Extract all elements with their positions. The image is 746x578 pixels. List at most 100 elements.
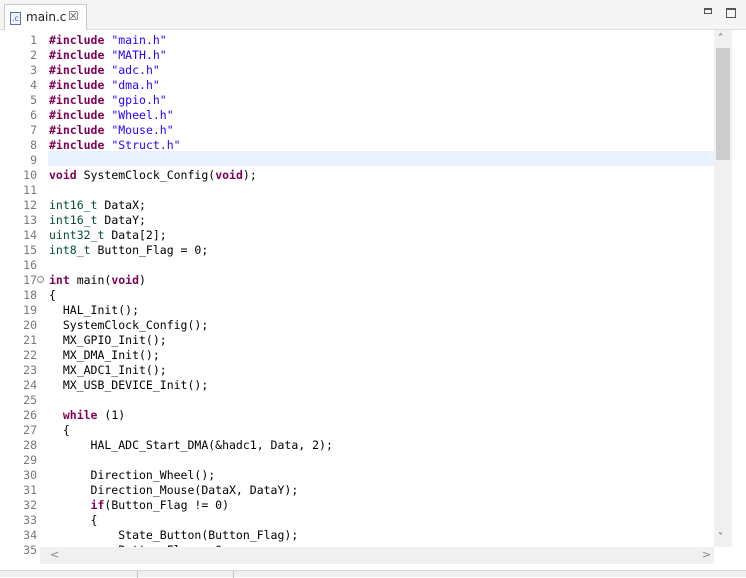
code-text: int main(void) — [49, 273, 146, 288]
code-line[interactable]: 11 — [0, 183, 714, 198]
code-line[interactable]: 3 #include "adc.h" — [0, 63, 714, 78]
code-text: #include "MATH.h" — [49, 48, 167, 63]
code-line[interactable]: 29 — [0, 453, 714, 468]
keyword-token: #include — [49, 93, 105, 107]
code-line[interactable]: 30 Direction_Wheel(); — [0, 468, 714, 483]
code-token: DataX; — [97, 198, 146, 212]
code-line[interactable]: 1 #include "main.h" — [0, 33, 714, 48]
line-number: 35 — [23, 543, 37, 557]
code-text: int8_t Button_Flag = 0; — [49, 243, 208, 258]
code-token: { — [49, 423, 70, 437]
line-number: 8 — [30, 138, 37, 152]
code-line[interactable]: 21 MX_GPIO_Init(); — [0, 333, 714, 348]
code-line[interactable]: 6 #include "Wheel.h" — [0, 108, 714, 123]
code-line[interactable]: 8 #include "Struct.h" — [0, 138, 714, 153]
code-line[interactable]: 20 SystemClock_Config(); — [0, 318, 714, 333]
code-text: Direction_Mouse(DataX, DataY); — [49, 483, 299, 498]
code-text: MX_GPIO_Init(); — [49, 333, 167, 348]
code-line[interactable]: 19 HAL_Init(); — [0, 303, 714, 318]
code-token: HAL_ADC_Start_DMA(&hadc1, Data, 2); — [49, 438, 333, 452]
line-number: 11 — [23, 183, 37, 197]
code-editor[interactable]: 1 #include "main.h" 2 #include "MATH.h" 3 #in… — [0, 30, 746, 557]
tab-title: main.c — [26, 10, 67, 24]
code-text: #include "gpio.h" — [49, 93, 167, 108]
code-line[interactable]: 16 — [0, 258, 714, 273]
line-number: 28 — [23, 438, 37, 452]
code-text: State_Button(Button_Flag); — [49, 528, 298, 543]
code-line[interactable]: 17 int main(void) — [0, 273, 714, 288]
line-number: 14 — [23, 228, 37, 242]
code-line[interactable]: 22 MX_DMA_Init(); — [0, 348, 714, 363]
code-line[interactable]: 33 { — [0, 513, 714, 528]
line-number: 15 — [23, 243, 37, 257]
code-line[interactable]: 7 #include "Mouse.h" — [0, 123, 714, 138]
keyword-token: #include — [49, 123, 105, 137]
line-number: 2 — [30, 48, 37, 62]
code-token: MX_ADC1_Init(); — [49, 363, 167, 377]
minimize-icon[interactable] — [704, 8, 712, 14]
close-icon[interactable]: ☒ — [68, 8, 79, 24]
line-number: 30 — [23, 468, 37, 482]
keyword-token: #include — [49, 63, 105, 77]
code-line[interactable]: 25 — [0, 393, 714, 408]
scroll-right-icon[interactable]: > — [702, 549, 711, 561]
code-line[interactable]: 14 uint32_t Data[2]; — [0, 228, 714, 243]
code-token: MX_USB_DEVICE_Init(); — [49, 378, 209, 392]
code-line[interactable]: 13 int16_t DataY; — [0, 213, 714, 228]
code-line[interactable]: 32 if(Button_Flag != 0) — [0, 498, 714, 513]
code-line[interactable]: 4 #include "dma.h" — [0, 78, 714, 93]
code-line[interactable]: 24 MX_USB_DEVICE_Init(); — [0, 378, 714, 393]
code-line[interactable]: 26 while (1) — [0, 408, 714, 423]
code-text: { — [49, 423, 70, 438]
code-line[interactable]: 27 { — [0, 423, 714, 438]
fold-collapse-icon[interactable] — [37, 276, 44, 283]
horizontal-scrollbar[interactable]: < > — [40, 547, 714, 564]
code-line[interactable]: 10 void SystemClock_Config(void); — [0, 168, 714, 183]
maximize-icon[interactable] — [726, 8, 736, 18]
code-line[interactable]: 9 — [0, 153, 714, 168]
vertical-scrollbar[interactable]: ˄ ˅ — [714, 30, 732, 547]
code-line[interactable]: 2 #include "MATH.h" — [0, 48, 714, 63]
code-token: DataY; — [97, 213, 146, 227]
code-line[interactable]: 5 #include "gpio.h" — [0, 93, 714, 108]
code-line[interactable]: 18 { — [0, 288, 714, 303]
code-text: uint32_t Data[2]; — [49, 228, 167, 243]
keyword-token: void — [215, 168, 243, 182]
string-token: "adc.h" — [111, 63, 160, 77]
keyword-token: #include — [49, 33, 105, 47]
line-number: 29 — [23, 453, 37, 467]
line-number: 12 — [23, 198, 37, 212]
code-line[interactable]: 28 HAL_ADC_Start_DMA(&hadc1, Data, 2); — [0, 438, 714, 453]
line-number: 16 — [23, 258, 37, 272]
code-line[interactable]: 15 int8_t Button_Flag = 0; — [0, 243, 714, 258]
line-number: 1 — [30, 33, 37, 47]
code-line[interactable]: 34 State_Button(Button_Flag); — [0, 528, 714, 543]
code-text: #include "dma.h" — [49, 78, 160, 93]
code-token: State_Button(Button_Flag); — [49, 528, 299, 542]
code-line[interactable]: 23 MX_ADC1_Init(); — [0, 363, 714, 378]
line-number: 17 — [23, 273, 37, 287]
line-number: 34 — [23, 528, 37, 542]
code-line[interactable]: 12 int16_t DataX; — [0, 198, 714, 213]
string-token: "main.h" — [111, 33, 167, 47]
code-token: ); — [242, 168, 257, 182]
scroll-left-icon[interactable]: < — [50, 549, 59, 561]
line-number: 25 — [23, 393, 37, 407]
code-text: int16_t DataY; — [49, 213, 146, 228]
code-text: MX_USB_DEVICE_Init(); — [49, 378, 208, 393]
scroll-down-icon[interactable]: ˅ — [718, 533, 723, 543]
code-text: HAL_ADC_Start_DMA(&hadc1, Data, 2); — [49, 438, 333, 453]
code-text: SystemClock_Config(); — [49, 318, 208, 333]
code-text: Direction_Wheel(); — [49, 468, 216, 483]
tab-main-c[interactable]: .c main.c ☒ — [4, 4, 87, 30]
line-number: 27 — [23, 423, 37, 437]
status-bar — [0, 570, 746, 578]
scroll-up-icon[interactable]: ˄ — [718, 34, 723, 44]
code-text: #include "Mouse.h" — [49, 123, 174, 138]
code-token: ) — [139, 273, 146, 287]
string-token: "Struct.h" — [111, 138, 181, 152]
code-line[interactable]: 31 Direction_Mouse(DataX, DataY); — [0, 483, 714, 498]
vertical-scroll-thumb[interactable] — [716, 48, 730, 160]
